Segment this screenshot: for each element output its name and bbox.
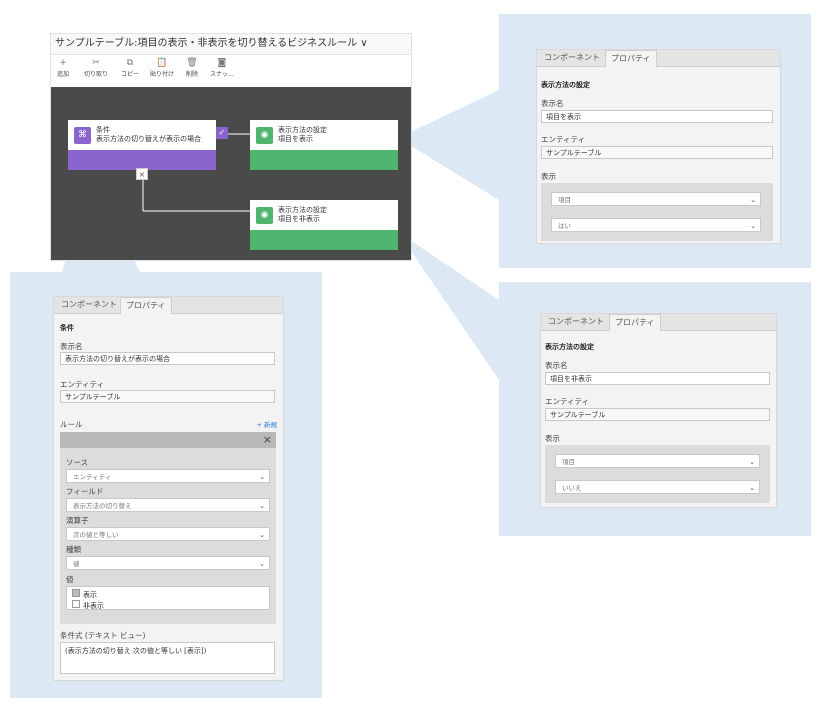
field-label: フィールド xyxy=(66,487,104,496)
source-select[interactable]: エンティティ ⌄ xyxy=(66,469,270,483)
option-show[interactable]: 表示 xyxy=(72,589,264,600)
entity-label: エンティティ xyxy=(541,135,586,144)
true-branch-check-icon: ✓ xyxy=(216,127,228,139)
display-name-field[interactable]: 項目を表示 xyxy=(541,110,773,123)
field-select[interactable]: 項目 ⌄ xyxy=(555,454,760,468)
condition-node[interactable]: ⌘ 条件 表示方法の切り替えが表示の場合 xyxy=(68,120,216,170)
tab-properties[interactable]: プロパティ xyxy=(120,297,172,314)
entity-field[interactable]: サンプルテーブル xyxy=(545,408,770,421)
snapshot-button[interactable]: ◙ スナッ... xyxy=(210,57,234,78)
action-node-bar xyxy=(250,230,398,250)
cut-button[interactable]: ✂ 切り取り xyxy=(84,57,108,78)
action-node-name: 項目を表示 xyxy=(278,135,313,143)
action-node-type: 表示方法の設定 xyxy=(278,206,327,214)
chevron-down-icon: ⌄ xyxy=(259,502,265,510)
chevron-down-icon: ⌄ xyxy=(259,560,265,568)
eye-icon: ◉ xyxy=(256,127,273,144)
visibility-select[interactable]: いいえ ⌄ xyxy=(555,480,760,494)
entity-label: エンティティ xyxy=(545,397,590,406)
option-hide[interactable]: 非表示 xyxy=(72,600,264,611)
visibility-box: 項目 ⌄ いいえ ⌄ xyxy=(545,445,770,503)
checkbox-icon[interactable] xyxy=(72,600,80,608)
condition-node-bar xyxy=(68,150,216,170)
field-select[interactable]: 項目 ⌄ xyxy=(551,192,761,206)
type-label: 種類 xyxy=(66,545,81,554)
expression-textview[interactable]: (表示方法の切り替え 次の値と等しい [表示]) xyxy=(60,642,275,674)
operator-select[interactable]: 次の値と等しい ⌄ xyxy=(66,527,270,541)
value-options: 表示 非表示 xyxy=(66,586,270,610)
source-label: ソース xyxy=(66,458,89,467)
panel-title: 表示方法の設定 xyxy=(541,81,590,89)
tab-components[interactable]: コンポーネント xyxy=(539,50,605,66)
action-node-show[interactable]: ◉ 表示方法の設定 項目を表示 xyxy=(250,120,398,170)
rule-label: ルール xyxy=(60,420,83,429)
display-name-label: 表示名 xyxy=(60,342,83,351)
add-button[interactable]: + 追加 xyxy=(57,57,69,78)
value-label: 値 xyxy=(66,575,74,584)
condition-node-name: 表示方法の切り替えが表示の場合 xyxy=(96,135,201,143)
tab-properties[interactable]: プロパティ xyxy=(605,50,657,67)
new-rule-link[interactable]: + 新規 xyxy=(256,419,277,429)
visibility-select[interactable]: はい ⌄ xyxy=(551,218,761,232)
field-select[interactable]: 表示方法の切り替え ⌄ xyxy=(66,498,270,512)
delete-icon: 🗑 xyxy=(186,58,198,68)
rule-designer: サンプルテーブル:項目の表示・非表示を切り替えるビジネスルール ∨ + 追加 ✂ 切… xyxy=(50,33,412,261)
delete-button[interactable]: 🗑 削除 xyxy=(186,57,198,78)
scissors-icon: ✂ xyxy=(92,58,100,68)
display-name-field[interactable]: 項目を非表示 xyxy=(545,372,770,385)
tab-components[interactable]: コンポーネント xyxy=(56,297,122,313)
false-branch-x-icon: × xyxy=(136,168,148,180)
close-icon[interactable]: × xyxy=(263,433,272,447)
display-name-label: 表示名 xyxy=(541,99,564,108)
chevron-down-icon: ⌄ xyxy=(750,222,756,230)
copy-button[interactable]: ⧉ コピー xyxy=(121,57,139,78)
tab-components[interactable]: コンポーネント xyxy=(543,314,609,330)
panel-title: 条件 xyxy=(60,324,74,332)
condition-properties-panel: コンポーネント プロパティ 条件 表示名 表示方法の切り替えが表示の場合 エンテ… xyxy=(53,296,284,681)
paste-button[interactable]: 📋 貼り付け xyxy=(150,57,174,78)
action-node-name: 項目を非表示 xyxy=(278,215,320,223)
visibility-label: 表示 xyxy=(545,434,560,443)
paste-icon: 📋 xyxy=(156,58,168,68)
plus-icon: + xyxy=(59,58,67,68)
condition-node-type: 条件 xyxy=(96,126,110,134)
entity-field[interactable]: サンプルテーブル xyxy=(60,390,275,403)
tab-properties[interactable]: プロパティ xyxy=(609,314,661,331)
checkbox-checked-icon[interactable] xyxy=(72,589,80,597)
entity-label: エンティティ xyxy=(60,380,105,389)
visibility-label: 表示 xyxy=(541,172,556,181)
show-action-properties-panel: コンポーネント プロパティ 表示方法の設定 表示名 項目を表示 エンティティ サ… xyxy=(536,49,781,244)
entity-field[interactable]: サンプルテーブル xyxy=(541,146,773,159)
copy-icon: ⧉ xyxy=(126,58,134,68)
action-node-type: 表示方法の設定 xyxy=(278,126,327,134)
rule-header-bar xyxy=(60,432,276,448)
condition-icon: ⌘ xyxy=(74,127,91,144)
designer-toolbar: + 追加 ✂ 切り取り ⧉ コピー 📋 貼り付け 🗑 削除 ◙ スナッ... xyxy=(51,55,411,87)
chevron-down-icon: ⌄ xyxy=(750,196,756,204)
expression-label: 条件式 (テキスト ビュー) xyxy=(60,631,146,640)
panel-title: 表示方法の設定 xyxy=(545,343,594,351)
visibility-box: 項目 ⌄ はい ⌄ xyxy=(541,183,773,241)
designer-title[interactable]: サンプルテーブル:項目の表示・非表示を切り替えるビジネスルール ∨ xyxy=(51,34,411,55)
chevron-down-icon: ⌄ xyxy=(259,531,265,539)
hide-action-properties-panel: コンポーネント プロパティ 表示方法の設定 表示名 項目を非表示 エンティティ … xyxy=(540,313,777,508)
chevron-down-icon: ⌄ xyxy=(749,458,755,466)
chevron-down-icon: ⌄ xyxy=(749,484,755,492)
snapshot-icon: ◙ xyxy=(217,58,227,68)
designer-canvas[interactable]: ⌘ 条件 表示方法の切り替えが表示の場合 ✓ × ◉ 表示方法の設定 項目を表示 ◉… xyxy=(51,87,411,260)
rule-editor: × ソース エンティティ ⌄ フィールド 表示方法の切り替え ⌄ 演算子 次の値と等… xyxy=(60,432,276,624)
display-name-label: 表示名 xyxy=(545,361,568,370)
type-select[interactable]: 値 ⌄ xyxy=(66,556,270,570)
chevron-down-icon: ⌄ xyxy=(259,473,265,481)
action-node-bar xyxy=(250,150,398,170)
display-name-field[interactable]: 表示方法の切り替えが表示の場合 xyxy=(60,352,275,365)
action-node-hide[interactable]: ◉ 表示方法の設定 項目を非表示 xyxy=(250,200,398,250)
eye-icon: ◉ xyxy=(256,207,273,224)
operator-label: 演算子 xyxy=(66,516,89,525)
